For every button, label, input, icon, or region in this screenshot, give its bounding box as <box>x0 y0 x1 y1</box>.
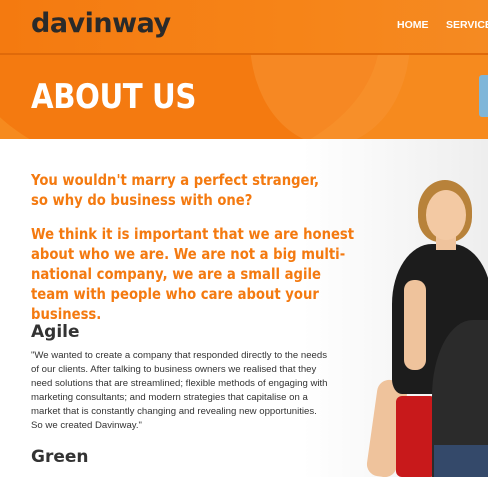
photo-shape <box>396 396 436 477</box>
section-heading-agile: Agile <box>31 322 80 342</box>
photo-shape <box>426 190 466 240</box>
page-title: ABOUT US <box>31 77 197 117</box>
site-header: davinway HOME SERVICES <box>0 0 488 53</box>
team-photo <box>330 170 488 477</box>
photo-shape <box>404 280 426 370</box>
nav-services[interactable]: SERVICES <box>446 19 488 31</box>
page-banner: ABOUT US <box>0 55 488 139</box>
site-logo[interactable]: davinway <box>31 8 171 39</box>
banner-edge-button[interactable] <box>479 75 488 117</box>
lead-paragraph: You wouldn't marry a perfect stranger, s… <box>31 171 320 209</box>
lead-paragraph: We think it is important that we are hon… <box>31 225 355 323</box>
agile-text: "We wanted to create a company that resp… <box>31 350 328 431</box>
nav-home[interactable]: HOME <box>397 19 429 31</box>
photo-shape <box>434 445 488 477</box>
section-heading-green: Green <box>31 447 89 467</box>
